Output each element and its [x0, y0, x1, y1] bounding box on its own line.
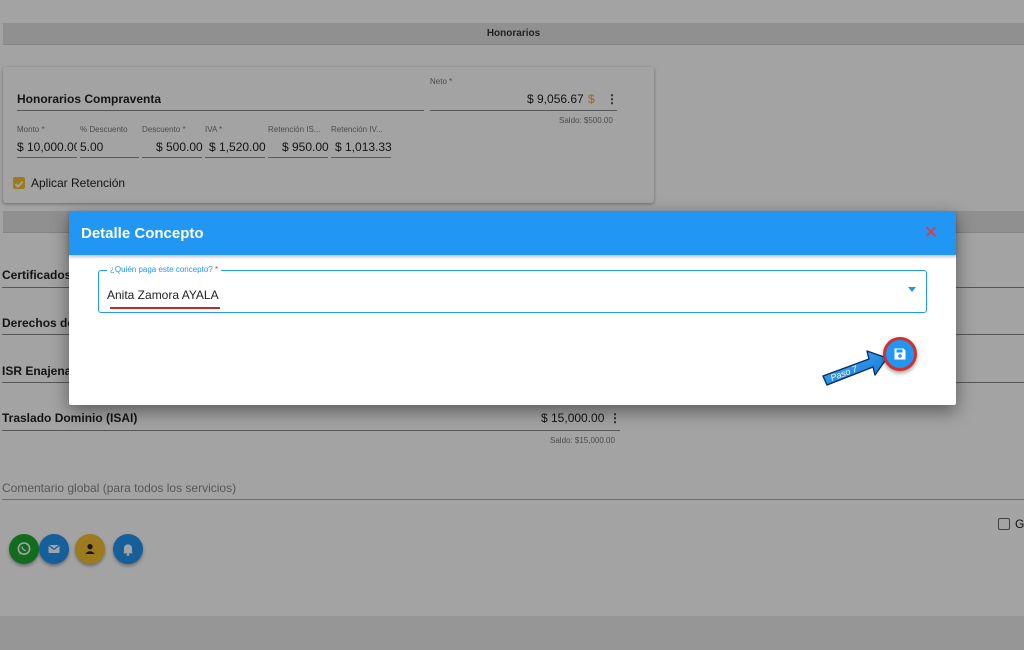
annotation-underline — [110, 307, 220, 309]
payer-select[interactable]: ¿Quién paga este concepto? * Anita Zamor… — [98, 265, 927, 313]
required-marker: * — [214, 265, 219, 274]
close-icon[interactable]: ✕ — [924, 223, 938, 243]
save-button[interactable] — [883, 337, 917, 371]
payer-select-label-text: ¿Quién paga este concepto? — [110, 265, 213, 274]
step-callout-text: Paso 7 — [829, 363, 860, 383]
page-bottom-area — [0, 616, 1024, 650]
payer-select-label: ¿Quién paga este concepto? * — [107, 265, 222, 274]
step-callout-arrow: Paso 7 — [822, 350, 888, 386]
payer-select-value: Anita Zamora AYALA — [107, 288, 219, 302]
floppy-disk-icon — [894, 348, 906, 360]
dialog-title: Detalle Concepto — [81, 224, 204, 242]
detalle-concepto-dialog: Detalle Concepto ✕ ¿Quién paga este conc… — [69, 211, 956, 405]
chevron-down-icon[interactable] — [908, 287, 916, 292]
dialog-header: Detalle Concepto ✕ — [69, 211, 956, 255]
